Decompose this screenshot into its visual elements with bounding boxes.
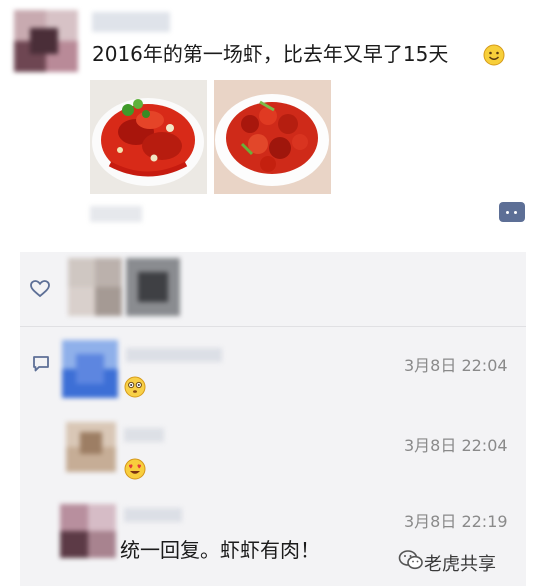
heart-icon xyxy=(30,280,50,298)
commenter-avatar[interactable] xyxy=(62,340,118,398)
commenter-avatar[interactable] xyxy=(60,504,116,558)
post-time xyxy=(90,206,142,222)
interaction-panel: 3月8日 22:04 3月8日 22:04 3月8日 22:19 统一回复。虾虾… xyxy=(20,252,526,586)
comment-timestamp: 3月8日 22:04 xyxy=(404,356,508,375)
poster-avatar[interactable] xyxy=(14,10,78,72)
comment-timestamp: 3月8日 22:04 xyxy=(404,436,508,455)
commenter-name[interactable] xyxy=(124,508,182,522)
crayfish-dish-image xyxy=(214,80,331,194)
heart-eyes-emoji xyxy=(124,458,146,480)
liker-avatar[interactable] xyxy=(68,258,122,316)
post-photo-2[interactable] xyxy=(214,80,331,194)
smile-emoji xyxy=(483,44,505,66)
liker-avatar[interactable] xyxy=(126,258,180,316)
post-photo-1[interactable] xyxy=(90,80,207,194)
comment-text: 统一回复。虾虾有肉！ xyxy=(120,538,320,562)
commenter-name[interactable] xyxy=(126,348,222,362)
commenter-avatar[interactable] xyxy=(66,422,116,472)
flushed-face-emoji xyxy=(124,376,146,398)
post-text: 2016年的第一场虾，比去年又早了15天 xyxy=(92,42,449,66)
commenter-name[interactable] xyxy=(124,428,164,442)
wechat-logo-icon xyxy=(398,550,423,570)
comment-bubble-icon xyxy=(33,356,49,372)
watermark-text: 老虎共享 xyxy=(424,554,496,575)
crayfish-dish-image xyxy=(90,80,207,194)
poster-name[interactable] xyxy=(92,12,170,32)
comment-timestamp: 3月8日 22:19 xyxy=(404,512,508,531)
comment-more-icon[interactable] xyxy=(499,202,525,222)
